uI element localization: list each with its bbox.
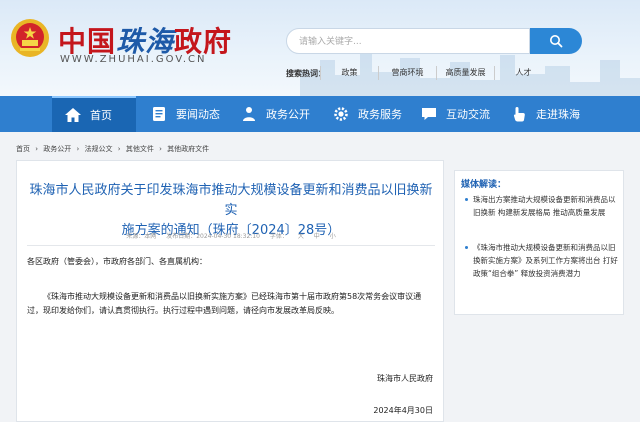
sidebar-link[interactable]: 珠海出方案推动大规模设备更新和消费品以旧换新 构建新发展格局 推动高质量发展 bbox=[465, 193, 621, 219]
hand-icon bbox=[513, 107, 525, 122]
font-medium-button[interactable]: 中 bbox=[314, 233, 320, 240]
breadcrumb-link[interactable]: 其他文件 bbox=[126, 145, 154, 153]
article-panel: 珠海市人民政府关于印发珠海市推动大规模设备更新和消费品以旧换新实 施方案的通知（… bbox=[16, 160, 444, 422]
search-icon bbox=[550, 35, 563, 48]
article-sign-date: 2024年4月30日 bbox=[373, 406, 433, 415]
sidebar-title: 媒体解读： bbox=[461, 180, 507, 190]
hot-word-link[interactable]: 营商环境 bbox=[378, 66, 436, 80]
hot-word-link[interactable]: 政策 bbox=[320, 66, 378, 80]
article-signatory: 珠海市人民政府 bbox=[377, 374, 433, 383]
article-meta: 来源：本网 发布日期：2024-04-30 18:32:10 字体： 大 中 小 bbox=[27, 231, 435, 240]
article-date: 发布日期：2024-04-30 18:32:10 bbox=[166, 233, 260, 240]
breadcrumb-link[interactable]: 首页 bbox=[16, 145, 30, 153]
breadcrumb: 首页 › 政务公开 › 法规公文 › 其他文件 › 其他政府文件 bbox=[16, 144, 212, 154]
site-header: 中国珠海政府 WWW.ZHUHAI.GOV.CN 请输入关键字... 搜索热词：… bbox=[0, 0, 640, 96]
national-emblem-icon bbox=[11, 19, 49, 57]
breadcrumb-separator: › bbox=[76, 145, 80, 153]
breadcrumb-separator: › bbox=[117, 145, 121, 153]
article-salutation: 各区政府（管委会），市政府各部门、各直属机构： bbox=[27, 257, 207, 266]
chat-icon bbox=[422, 108, 436, 120]
article-source: 来源：本网 bbox=[126, 233, 157, 240]
search-input[interactable]: 请输入关键字... bbox=[286, 28, 530, 54]
nav-item-about-zhuhai[interactable]: 走进珠海 bbox=[510, 96, 580, 132]
divider bbox=[27, 245, 435, 246]
hot-word-link[interactable]: 高质量发展 bbox=[436, 66, 494, 80]
breadcrumb-separator: › bbox=[35, 145, 39, 153]
site-domain: WWW.ZHUHAI.GOV.CN bbox=[60, 54, 207, 65]
breadcrumb-separator: › bbox=[159, 145, 162, 153]
article-paragraph: 《珠海市推动大规模设备更新和消费品以旧换新实施方案》已经珠海市第十届市政府第58… bbox=[27, 292, 422, 315]
main-nav: 首页 要闻动态 政务公开 政务服务 互动交流 走进珠海 bbox=[0, 96, 640, 132]
home-icon bbox=[65, 108, 81, 122]
breadcrumb-link[interactable]: 其他政府文件 bbox=[167, 145, 209, 153]
nav-item-home[interactable]: 首页 bbox=[52, 96, 136, 132]
sidebar-link[interactable]: 《珠海市推动大规模设备更新和消费品以旧换新实施方案》及系列工作方案将出台 打好政… bbox=[465, 241, 621, 280]
hot-word-link[interactable]: 人才 bbox=[494, 66, 552, 80]
media-interpretation-panel: 媒体解读： 珠海出方案推动大规模设备更新和消费品以旧换新 构建新发展格局 推动高… bbox=[454, 170, 624, 315]
font-size-label: 字体： bbox=[269, 233, 288, 240]
people-icon bbox=[243, 107, 255, 121]
gear-icon bbox=[334, 107, 348, 121]
font-large-button[interactable]: 大 bbox=[298, 233, 304, 240]
news-icon bbox=[153, 107, 165, 121]
breadcrumb-link[interactable]: 法规公文 bbox=[85, 145, 113, 153]
breadcrumb-link[interactable]: 政务公开 bbox=[43, 145, 71, 153]
search-button[interactable] bbox=[530, 28, 582, 54]
nav-item-interaction[interactable]: 互动交流 bbox=[420, 96, 490, 132]
nav-item-gov-services[interactable]: 政务服务 bbox=[332, 96, 402, 132]
nav-item-news[interactable]: 要闻动态 bbox=[150, 96, 220, 132]
font-small-button[interactable]: 小 bbox=[330, 233, 336, 240]
nav-item-gov-affairs[interactable]: 政务公开 bbox=[240, 96, 310, 132]
